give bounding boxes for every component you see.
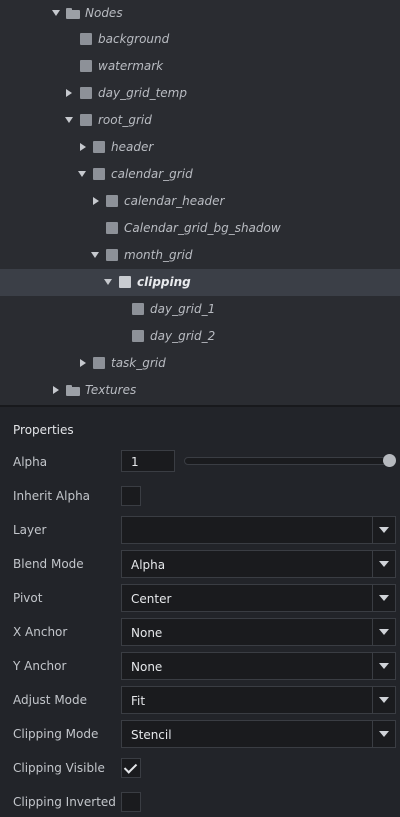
expand-down-icon[interactable] (104, 279, 112, 285)
tree-item-label: calendar_header (124, 194, 225, 208)
node-icon (93, 168, 105, 180)
node-icon (106, 222, 118, 234)
tree-item-textures[interactable]: Textures (0, 377, 400, 404)
tree-item-label: root_grid (98, 113, 152, 127)
tree-item-background[interactable]: background (0, 26, 400, 53)
clipping-inverted-checkbox[interactable] (121, 792, 141, 812)
checkmark-icon (123, 760, 138, 774)
blend-mode-value: Alpha (131, 558, 166, 572)
properties-title: Properties (13, 423, 74, 437)
chevron-down-icon[interactable] (372, 619, 395, 645)
tree-item-label: month_grid (124, 248, 193, 262)
clipping-mode-value: Stencil (131, 728, 172, 742)
blend-mode-label: Blend Mode (13, 557, 84, 571)
pivot-dropdown[interactable]: Center (121, 584, 396, 612)
clipping-mode-dropdown[interactable]: Stencil (121, 720, 396, 748)
expand-down-icon[interactable] (91, 252, 99, 258)
chevron-down-icon[interactable] (372, 585, 395, 611)
node-icon (132, 330, 144, 342)
tree-item-label: Textures (85, 383, 137, 397)
tree-item-label: day_grid_2 (150, 329, 216, 343)
tree-item-label: day_grid_1 (150, 302, 216, 316)
node-icon (80, 87, 92, 99)
clipping-visible-checkbox[interactable] (121, 758, 141, 778)
expand-right-icon[interactable] (53, 386, 59, 394)
alpha-slider-track[interactable] (184, 457, 390, 465)
layer-label: Layer (13, 523, 47, 537)
tree-item-label: task_grid (111, 356, 166, 370)
clipping-visible-label: Clipping Visible (13, 761, 105, 775)
y-anchor-value: None (131, 660, 163, 674)
tree-item-label: clipping (137, 275, 191, 289)
pivot-label: Pivot (13, 591, 43, 605)
chevron-down-icon[interactable] (372, 687, 395, 713)
layer-dropdown[interactable] (121, 516, 396, 544)
tree-item-label: background (98, 32, 170, 46)
node-icon (106, 249, 118, 261)
chevron-down-icon[interactable] (372, 721, 395, 747)
clipping-inverted-label: Clipping Inverted (13, 795, 116, 809)
chevron-down-icon[interactable] (372, 653, 395, 679)
alpha-label: Alpha (13, 455, 48, 469)
tree-item-task-grid[interactable]: task_grid (0, 350, 400, 377)
x-anchor-dropdown[interactable]: None (121, 618, 396, 646)
tree-item-calendar-grid-bg-shadow[interactable]: Calendar_grid_bg_shadow (0, 215, 400, 242)
node-icon (132, 303, 144, 315)
tree-item-root-grid[interactable]: root_grid (0, 107, 400, 134)
y-anchor-label: Y Anchor (13, 659, 67, 673)
folder-icon (66, 8, 80, 19)
expand-down-icon[interactable] (65, 117, 73, 123)
inherit-alpha-label: Inherit Alpha (13, 489, 91, 503)
properties-panel: Properties Alpha 1 Inherit Alpha Layer B… (0, 407, 400, 817)
tree-item-label: day_grid_temp (98, 86, 187, 100)
tree-item-clipping[interactable]: clipping (0, 269, 400, 296)
tree-item-label: watermark (98, 59, 164, 73)
tree-item-watermark[interactable]: watermark (0, 53, 400, 80)
tree-item-day-grid-1[interactable]: day_grid_1 (0, 296, 400, 323)
expand-down-icon[interactable] (52, 10, 60, 16)
expand-down-icon[interactable] (78, 171, 86, 177)
tree-item-calendar-header[interactable]: calendar_header (0, 188, 400, 215)
expand-right-icon[interactable] (80, 143, 86, 151)
alpha-value: 1 (131, 455, 139, 469)
tree-item-month-grid[interactable]: month_grid (0, 242, 400, 269)
tree-item-header[interactable]: header (0, 134, 400, 161)
tree-item-day-grid-temp[interactable]: day_grid_temp (0, 80, 400, 107)
outline-tree: Nodes background watermark day_grid_temp… (0, 0, 400, 405)
node-icon (80, 33, 92, 45)
clipping-mode-label: Clipping Mode (13, 727, 99, 741)
expand-right-icon[interactable] (80, 359, 86, 367)
x-anchor-value: None (131, 626, 163, 640)
tree-item-calendar-grid[interactable]: calendar_grid (0, 161, 400, 188)
adjust-mode-dropdown[interactable]: Fit (121, 686, 396, 714)
tree-item-label: header (111, 140, 154, 154)
expand-right-icon[interactable] (66, 89, 72, 97)
adjust-mode-label: Adjust Mode (13, 693, 88, 707)
alpha-input[interactable]: 1 (121, 450, 175, 472)
tree-item-label: Calendar_grid_bg_shadow (124, 221, 281, 235)
adjust-mode-value: Fit (131, 694, 146, 708)
inherit-alpha-checkbox[interactable] (121, 486, 141, 506)
node-icon (80, 60, 92, 72)
tree-item-label: Nodes (85, 6, 123, 20)
chevron-down-icon[interactable] (372, 551, 395, 577)
y-anchor-dropdown[interactable]: None (121, 652, 396, 680)
pivot-value: Center (131, 592, 172, 606)
tree-item-day-grid-2[interactable]: day_grid_2 (0, 323, 400, 350)
x-anchor-label: X Anchor (13, 625, 68, 639)
alpha-slider-knob[interactable] (383, 454, 396, 467)
node-icon (80, 114, 92, 126)
node-icon (106, 195, 118, 207)
tree-item-label: calendar_grid (111, 167, 193, 181)
expand-right-icon[interactable] (93, 197, 99, 205)
node-icon (93, 357, 105, 369)
blend-mode-dropdown[interactable]: Alpha (121, 550, 396, 578)
chevron-down-icon[interactable] (372, 517, 395, 543)
node-icon (93, 141, 105, 153)
folder-icon (66, 385, 80, 396)
tree-item-nodes[interactable]: Nodes (0, 0, 400, 27)
node-icon (119, 276, 131, 288)
